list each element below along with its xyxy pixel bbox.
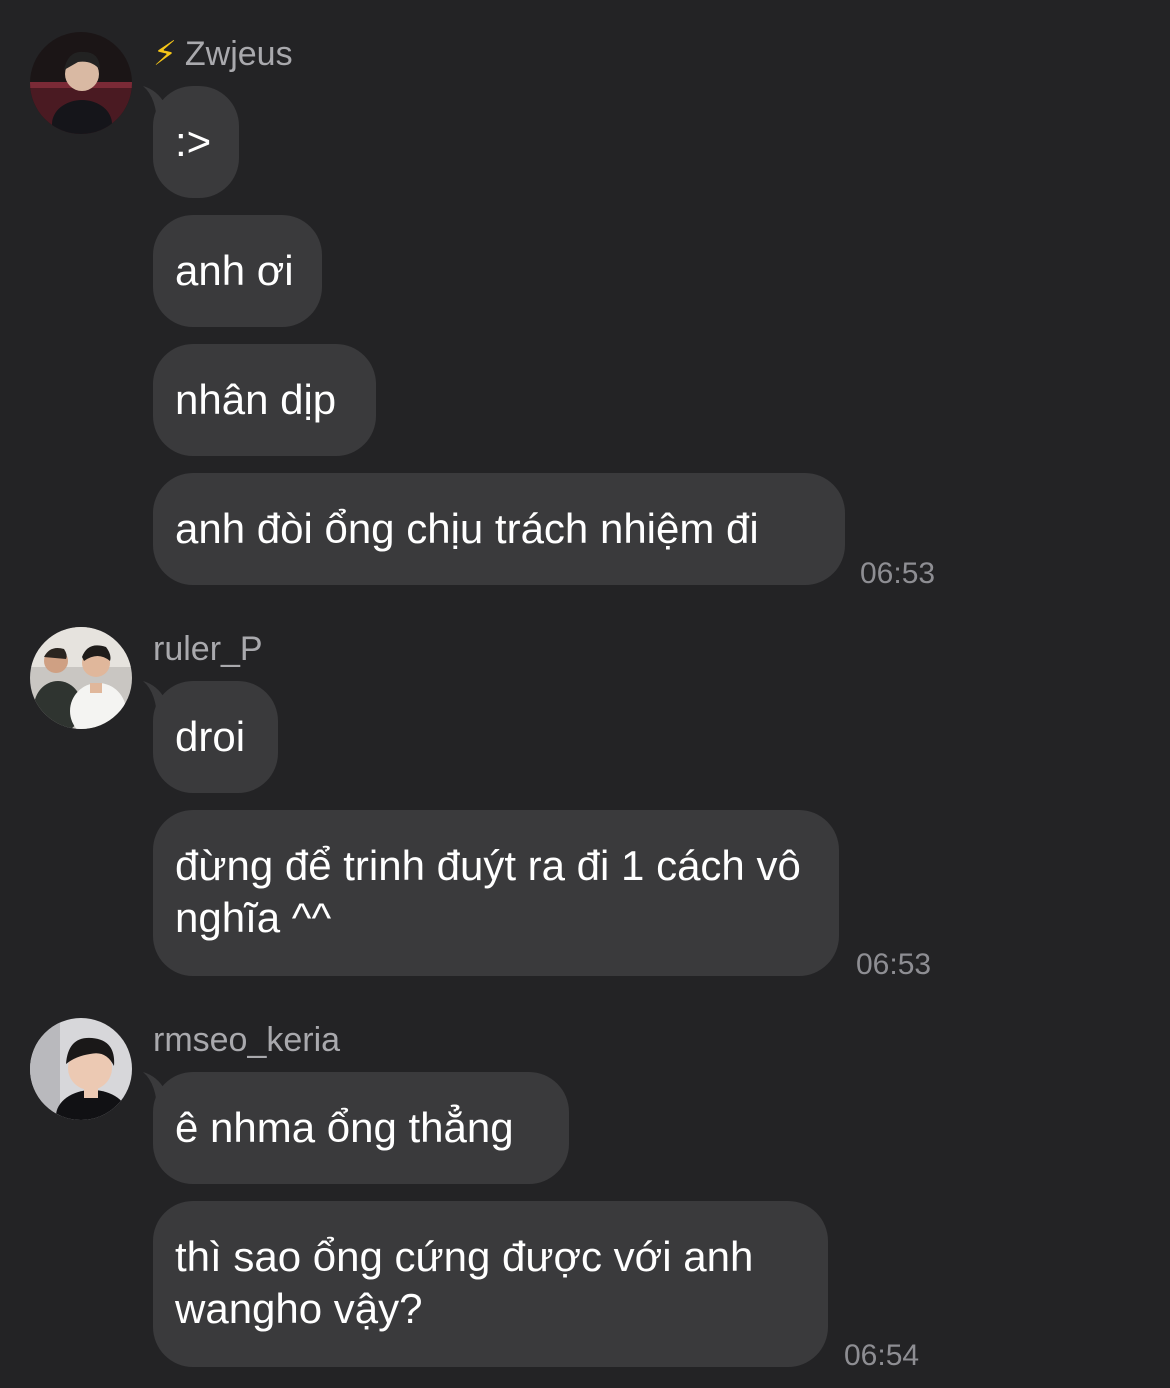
sender-name: ruler_P (153, 630, 263, 668)
message-timestamp: 06:53 (856, 948, 932, 981)
avatar-ruler[interactable] (30, 627, 132, 729)
message-text: ê nhma ổng thẳng (175, 1104, 514, 1151)
message-timestamp: 06:54 (844, 1339, 920, 1372)
message-bubble[interactable]: nhân dịp (153, 344, 376, 456)
message-bubble[interactable]: ê nhma ổng thẳng (153, 1072, 569, 1184)
message-bubble[interactable]: anh đòi ổng chịu trách nhiệm đi (153, 473, 845, 585)
avatar-zwjeus[interactable] (30, 32, 132, 134)
sender-name-text: Zwjeus (184, 35, 293, 73)
message-text: anh ơi (175, 247, 294, 294)
sender-name: ⚡ Zwjeus (153, 34, 293, 74)
message-bubble[interactable]: droi (153, 681, 278, 793)
message-bubble[interactable]: anh ơi (153, 215, 322, 327)
sender-name: rmseo_keria (153, 1021, 341, 1059)
message-text: anh đòi ổng chịu trách nhiệm đi (175, 505, 759, 552)
message-bubble[interactable]: :> (153, 86, 239, 198)
message-bubble[interactable]: thì sao ổng cứng được với anh wangho vậy… (153, 1201, 828, 1367)
message-text: droi (175, 713, 246, 760)
message-bubble[interactable]: đừng để trinh đuýt ra đi 1 cách vô nghĩa… (153, 810, 839, 976)
message-text: thì sao ổng cứng được với anh wangho vậy… (175, 1233, 754, 1332)
lightning-bolt-icon: ⚡ (153, 35, 177, 73)
message-text: đừng để trinh đuýt ra đi 1 cách vô nghĩa… (175, 842, 801, 941)
avatar-keria[interactable] (30, 1018, 132, 1120)
message-text: :> (175, 118, 212, 165)
message-text: nhân dịp (175, 376, 337, 423)
message-timestamp: 06:53 (860, 557, 936, 590)
